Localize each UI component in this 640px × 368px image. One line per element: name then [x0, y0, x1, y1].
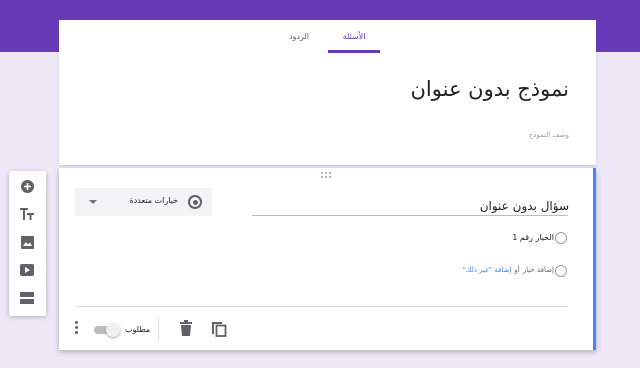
- required-label: مطلوب: [125, 325, 151, 334]
- form-description-field[interactable]: وصف النموذج: [529, 131, 569, 139]
- side-toolbar: [9, 171, 46, 316]
- delete-icon[interactable]: [179, 320, 193, 340]
- tab-responses[interactable]: الردود: [274, 20, 324, 53]
- or-label: أو: [514, 266, 520, 274]
- add-option-radio: [555, 265, 567, 277]
- toggle-knob: [106, 323, 120, 337]
- question-card[interactable]: خيارات متعددة سؤال بدون عنوان الخيار رقم…: [59, 168, 596, 350]
- footer-divider: [75, 306, 568, 307]
- dropdown-arrow-icon: [89, 200, 97, 204]
- tabs-bar: الردود الأسئلة: [59, 20, 596, 53]
- question-title[interactable]: سؤال بدون عنوان: [480, 199, 569, 213]
- add-image-icon[interactable]: [18, 233, 36, 251]
- tab-questions[interactable]: الأسئلة: [328, 20, 380, 53]
- add-other-link[interactable]: إضافة "غير ذلك": [463, 266, 512, 274]
- add-title-icon[interactable]: [18, 205, 36, 223]
- add-question-icon[interactable]: [18, 177, 36, 195]
- add-option-link[interactable]: إضافة خيار: [523, 266, 554, 274]
- required-toggle[interactable]: [92, 323, 120, 337]
- question-type-dropdown[interactable]: خيارات متعددة: [75, 188, 212, 216]
- active-card-indicator: [593, 168, 596, 350]
- footer-vertical-divider: [158, 317, 159, 341]
- add-option-row: إضافة خيارأوإضافة "غير ذلك": [463, 266, 554, 274]
- question-type-label: خيارات متعددة: [129, 196, 178, 205]
- more-options-icon[interactable]: [74, 321, 78, 335]
- add-section-icon[interactable]: [18, 289, 36, 307]
- question-title-underline: [252, 215, 568, 216]
- duplicate-icon[interactable]: [211, 319, 227, 341]
- radio-button-icon: [188, 195, 202, 209]
- form-header-card: نموذج بدون عنوان وصف النموذج: [59, 53, 596, 165]
- form-title[interactable]: نموذج بدون عنوان: [411, 77, 570, 101]
- option-radio: [555, 232, 567, 244]
- drag-handle-icon[interactable]: [321, 172, 333, 180]
- add-video-icon[interactable]: [18, 261, 36, 279]
- option-1-label[interactable]: الخيار رقم 1: [512, 233, 554, 242]
